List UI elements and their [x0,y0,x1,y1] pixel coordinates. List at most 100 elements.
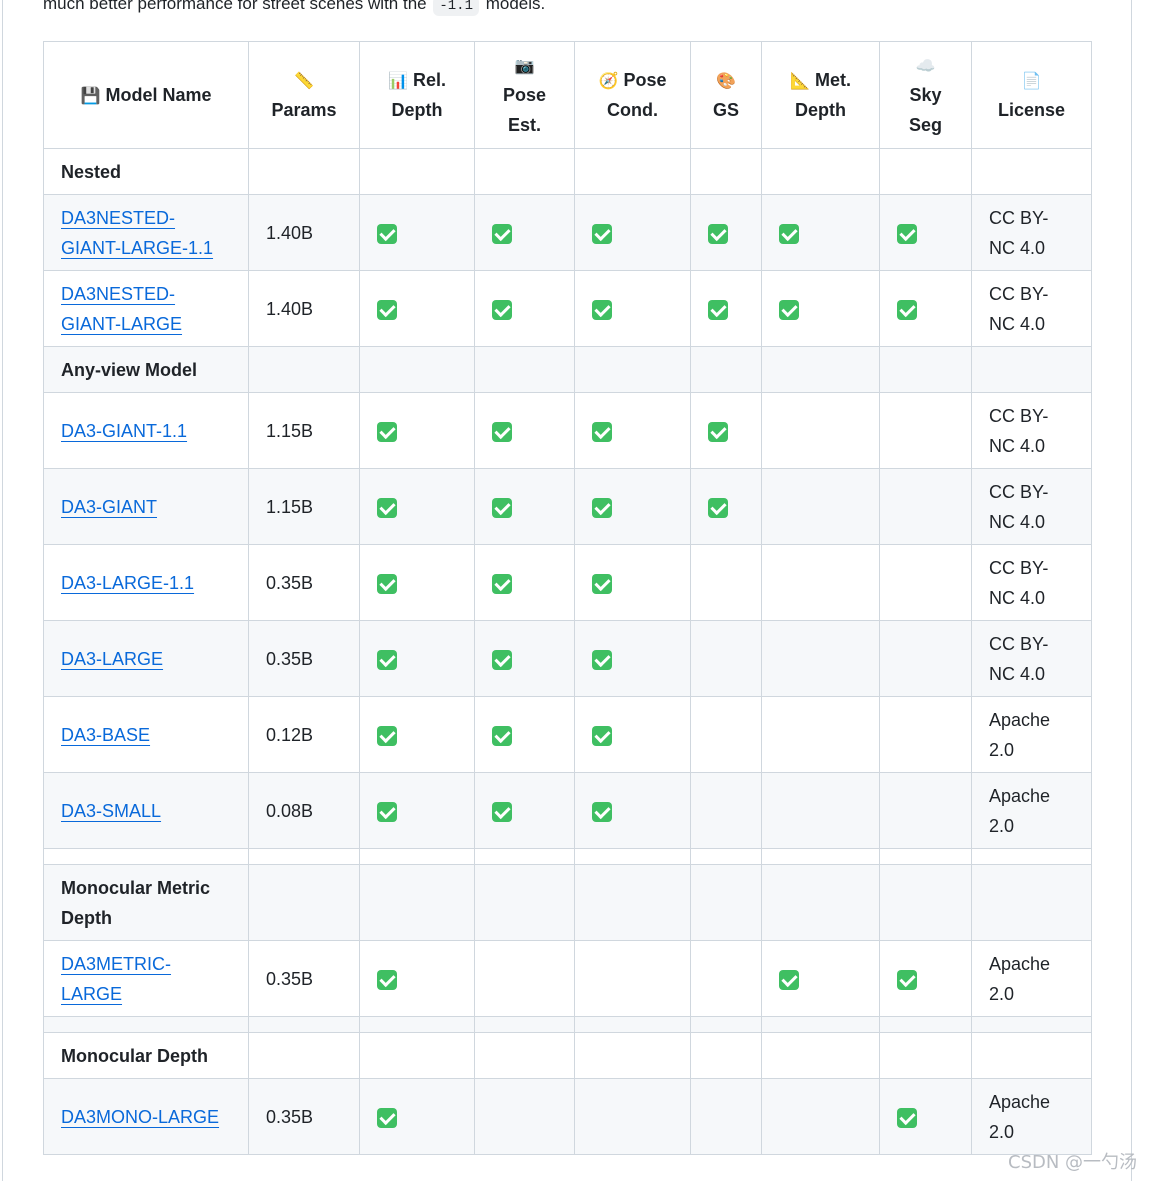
license-cell: CC BY- NC 4.0 [971,194,1092,271]
params-cell: 1.15B [248,392,360,469]
model-link[interactable]: DA3-LARGE-1.1 [61,573,194,593]
check-icon [897,299,917,320]
model-table: 💾 Model Name 📏 Params 📊 Rel. Depth 📷 Pos… [43,41,1092,1155]
table-row: DA3-SMALL 0.08B Apache 2.0 [43,772,1092,849]
model-link[interactable]: DA3NESTED- GIANT-LARGE [61,284,182,334]
palette-icon: 🎨 [716,73,736,90]
params-cell: 1.40B [248,270,360,347]
check-icon [492,573,512,594]
model-link[interactable]: DA3METRIC-LARGE [61,954,171,1004]
check-icon [492,801,512,822]
section-row-nested: Nested [43,148,1092,195]
check-icon [708,223,728,244]
license-cell: Apache 2.0 [971,772,1092,849]
intro-text: much better performance for street scene… [43,0,545,18]
params-cell: 0.12B [248,696,360,773]
params-cell: 0.35B [248,620,360,697]
table-row: DA3MONO-LARGE 0.35B Apache 2.0 [43,1078,1092,1155]
watermark: CSDN @一勺汤 [1008,1152,1138,1173]
model-link[interactable]: DA3NESTED- GIANT-LARGE-1.1 [61,208,213,258]
header-sky-seg[interactable]: ☁️ Sky Seg [879,41,972,149]
table-row: DA3-LARGE 0.35B CC BY- NC 4.0 [43,620,1092,697]
model-link[interactable]: DA3-LARGE [61,649,163,669]
header-license[interactable]: 📄 License [971,41,1092,149]
check-icon [377,801,397,822]
floppy-disk-icon: 💾 [80,88,101,105]
triangular-ruler-icon: 📐 [790,73,810,90]
section-row-monocular-depth: Monocular Depth [43,1032,1092,1079]
model-link[interactable]: DA3-BASE [61,725,150,745]
params-cell: 1.15B [248,468,360,545]
table-row: DA3-GIANT-1.1 1.15B CC BY- NC 4.0 [43,392,1092,469]
check-icon [708,299,728,320]
section-label: Nested [43,148,249,195]
section-label: Monocular Depth [43,1032,249,1079]
check-icon [492,299,512,320]
check-icon [897,969,917,990]
check-icon [592,421,612,442]
params-cell: 0.35B [248,1078,360,1155]
check-icon [492,649,512,670]
check-icon [708,497,728,518]
header-rel-depth[interactable]: 📊 Rel. Depth [359,41,475,149]
spacer-row [43,848,1092,865]
header-pose-est[interactable]: 📷 Pose Est. [474,41,575,149]
model-name-cell: DA3-GIANT-1.1 [43,392,249,469]
check-icon [708,421,728,442]
license-cell: CC BY- NC 4.0 [971,468,1092,545]
table-row: DA3METRIC-LARGE 0.35B Apache 2.0 [43,940,1092,1017]
page-border-right [1131,0,1132,1181]
check-icon [592,299,612,320]
table-row: DA3-LARGE-1.1 0.35B CC BY- NC 4.0 [43,544,1092,621]
check-icon [592,725,612,746]
license-cell: CC BY- NC 4.0 [971,270,1092,347]
model-link[interactable]: DA3-GIANT-1.1 [61,421,187,441]
check-icon [897,1107,917,1128]
cloud-icon: ☁️ [915,58,936,75]
document-icon: 📄 [1021,73,1042,90]
camera-icon: 📷 [514,58,535,75]
params-cell: 0.08B [248,772,360,849]
section-label: Any-view Model [43,346,249,393]
model-link[interactable]: DA3-SMALL [61,801,161,821]
table-row: DA3NESTED- GIANT-LARGE-1.1 1.40B CC BY- NC… [43,194,1092,271]
model-name-cell: DA3-GIANT [43,468,249,545]
inline-code: -1.1 [433,0,479,16]
check-icon [377,497,397,518]
license-cell: CC BY- NC 4.0 [971,392,1092,469]
header-met-depth[interactable]: 📐 Met. Depth [761,41,880,149]
check-icon [492,725,512,746]
spacer-row [43,1016,1092,1033]
model-link[interactable]: DA3MONO-LARGE [61,1107,219,1127]
license-cell: CC BY- NC 4.0 [971,544,1092,621]
model-name-cell: DA3NESTED- GIANT-LARGE [43,270,249,347]
check-icon [492,421,512,442]
params-cell: 0.35B [248,940,360,1017]
section-label: Monocular Metric Depth [43,864,249,941]
check-icon [592,573,612,594]
section-row-any-view: Any-view Model [43,346,1092,393]
check-icon [377,223,397,244]
license-cell: Apache 2.0 [971,940,1092,1017]
check-icon [377,649,397,670]
model-link[interactable]: DA3-GIANT [61,497,157,517]
compass-icon: 🧭 [598,73,619,90]
model-name-cell: DA3-LARGE-1.1 [43,544,249,621]
header-pose-cond[interactable]: 🧭 Pose Cond. [574,41,691,149]
check-icon [592,801,612,822]
header-gs[interactable]: 🎨 GS [690,41,762,149]
check-icon [377,725,397,746]
check-icon [377,969,397,990]
license-cell: Apache 2.0 [971,696,1092,773]
check-icon [377,299,397,320]
intro-text-after: models. [485,0,546,13]
header-model-name[interactable]: 💾 Model Name [43,41,249,149]
model-name-cell: DA3-SMALL [43,772,249,849]
check-icon [377,573,397,594]
check-icon [492,223,512,244]
model-name-cell: DA3NESTED- GIANT-LARGE-1.1 [43,194,249,271]
license-cell: Apache 2.0 [971,1078,1092,1155]
check-icon [377,1107,397,1128]
header-params[interactable]: 📏 Params [248,41,360,149]
page-border-left [2,0,3,1181]
